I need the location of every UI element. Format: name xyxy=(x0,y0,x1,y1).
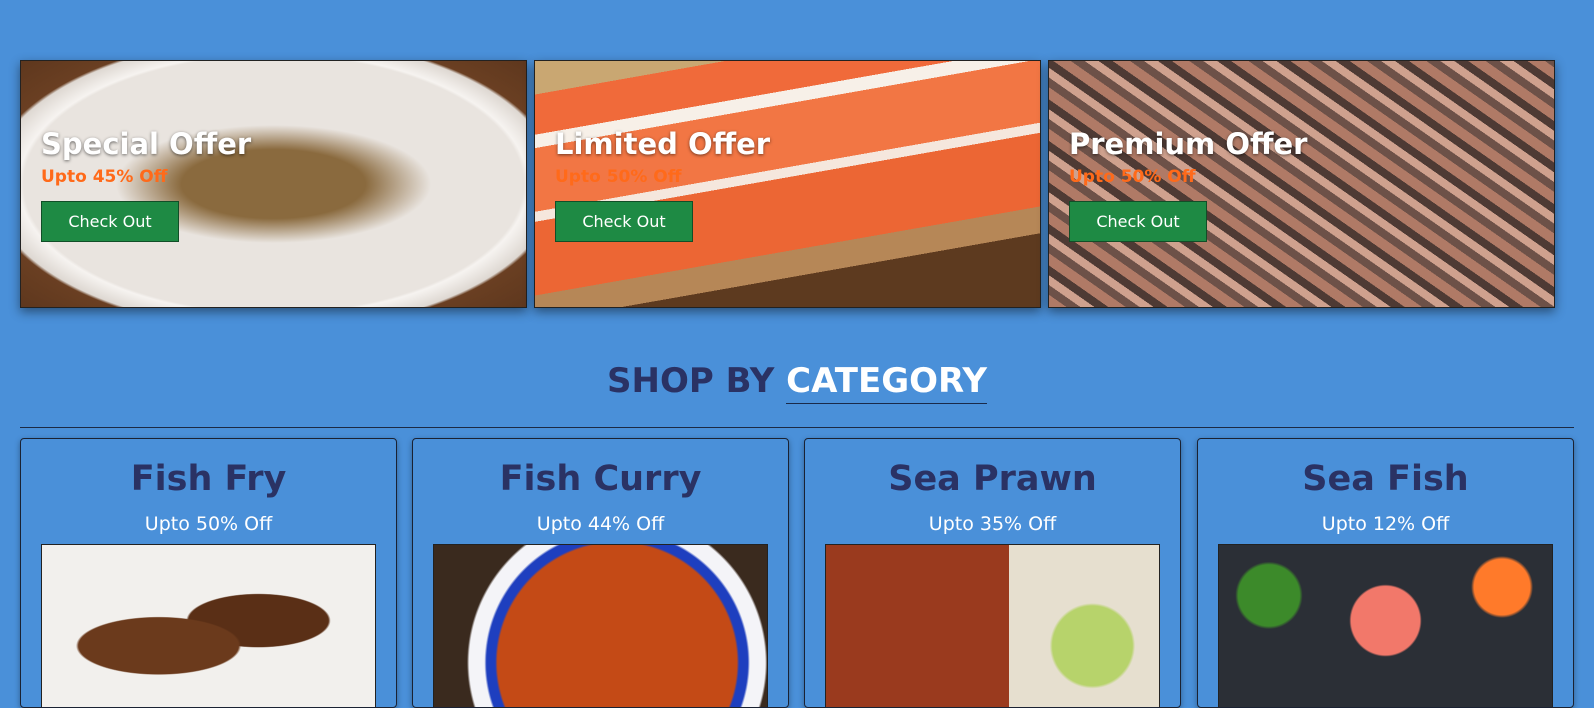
check-out-button[interactable]: Check Out xyxy=(1069,201,1207,242)
check-out-button[interactable]: Check Out xyxy=(41,201,179,242)
offer-banner-special: Special Offer Upto 45% Off Check Out xyxy=(20,60,527,308)
category-cards: Fish Fry Upto 50% Off Fish Curry Upto 44… xyxy=(20,438,1574,708)
offer-banners: Special Offer Upto 45% Off Check Out Lim… xyxy=(20,60,1574,310)
offer-banner-premium: Premium Offer Upto 50% Off Check Out xyxy=(1048,60,1555,308)
offer-title: Special Offer xyxy=(41,127,252,161)
category-card-fish-curry[interactable]: Fish Curry Upto 44% Off xyxy=(412,438,789,708)
category-name: Fish Curry xyxy=(499,459,702,499)
category-discount: Upto 12% Off xyxy=(1321,513,1450,535)
section-title: SHOP BY CATEGORY xyxy=(0,360,1594,404)
section-divider xyxy=(20,427,1574,428)
category-name: Sea Prawn xyxy=(888,459,1097,499)
category-discount: Upto 50% Off xyxy=(144,513,273,535)
category-name: Fish Fry xyxy=(130,459,287,499)
offer-banner-limited: Limited Offer Upto 50% Off Check Out xyxy=(534,60,1041,308)
section-title-prefix: SHOP BY xyxy=(607,361,775,401)
fish-fry-image[interactable] xyxy=(41,544,376,707)
offer-discount: Upto 50% Off xyxy=(1069,167,1196,187)
category-discount: Upto 35% Off xyxy=(928,513,1057,535)
section-title-highlight: CATEGORY xyxy=(786,361,987,404)
fish-curry-image[interactable] xyxy=(433,544,768,707)
offer-title: Premium Offer xyxy=(1069,127,1308,161)
category-card-sea-fish[interactable]: Sea Fish Upto 12% Off xyxy=(1197,438,1574,708)
check-out-button[interactable]: Check Out xyxy=(555,201,693,242)
category-card-fish-fry[interactable]: Fish Fry Upto 50% Off xyxy=(20,438,397,708)
category-name: Sea Fish xyxy=(1302,459,1469,499)
offer-title: Limited Offer xyxy=(555,127,771,161)
offer-discount: Upto 45% Off xyxy=(41,167,168,187)
sea-fish-image[interactable] xyxy=(1218,544,1553,707)
sea-prawn-image[interactable] xyxy=(825,544,1160,707)
offer-discount: Upto 50% Off xyxy=(555,167,682,187)
category-card-sea-prawn[interactable]: Sea Prawn Upto 35% Off xyxy=(804,438,1181,708)
category-discount: Upto 44% Off xyxy=(536,513,665,535)
